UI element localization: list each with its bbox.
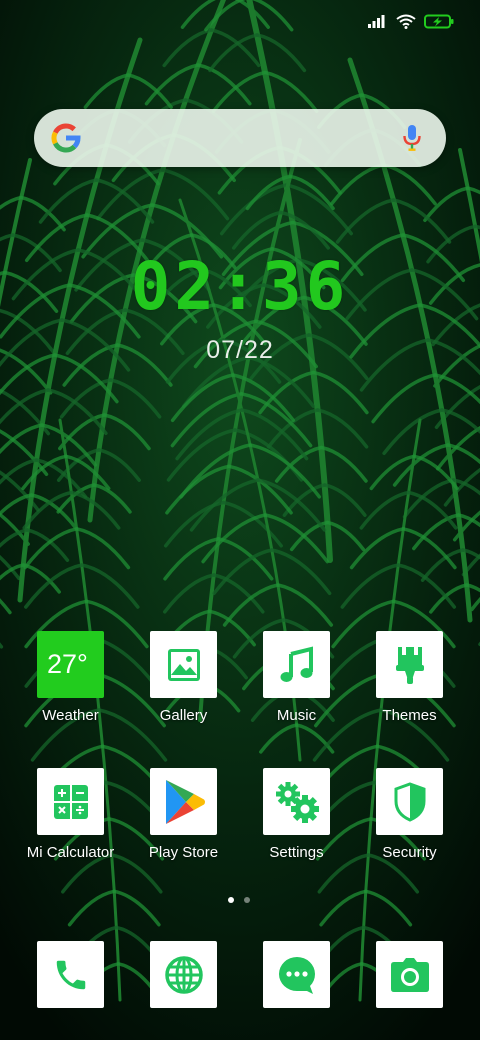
paintbrush-icon — [395, 646, 424, 684]
gallery-icon — [167, 648, 200, 681]
play-store-icon — [165, 779, 205, 824]
settings-tile — [263, 768, 330, 835]
themes-tile — [376, 631, 443, 698]
dock-camera[interactable] — [353, 941, 466, 1008]
phone-tile — [37, 941, 104, 1008]
play-store-tile — [150, 768, 217, 835]
app-mi-calculator[interactable]: Mi Calculator — [14, 768, 127, 861]
camera-tile — [376, 941, 443, 1008]
app-label: Settings — [269, 844, 324, 861]
globe-icon — [164, 955, 203, 994]
gears-icon — [275, 781, 319, 823]
battery-charging-icon — [424, 14, 454, 28]
page-dot-2[interactable] — [244, 897, 250, 903]
app-label: Weather — [42, 707, 99, 724]
app-label: Play Store — [148, 844, 219, 861]
dock-phone[interactable] — [14, 941, 127, 1008]
app-weather[interactable]: 27° Weather — [14, 631, 127, 724]
browser-tile — [150, 941, 217, 1008]
clock-date: 07/22 — [206, 336, 274, 364]
page-dot-1[interactable] — [228, 897, 234, 903]
music-note-icon — [280, 645, 313, 682]
app-settings[interactable]: Settings — [240, 768, 353, 861]
chat-bubble-icon — [278, 956, 315, 994]
phone-icon — [56, 960, 85, 989]
weather-temperature: 27° — [47, 649, 88, 679]
dock-browser[interactable] — [127, 941, 240, 1008]
google-g-icon — [51, 123, 81, 153]
app-play-store[interactable]: Play Store — [127, 768, 240, 861]
dock-messages[interactable] — [240, 941, 353, 1008]
app-themes[interactable]: Themes — [353, 631, 466, 724]
page-indicator[interactable] — [228, 897, 250, 903]
gallery-tile — [150, 631, 217, 698]
messages-tile — [263, 941, 330, 1008]
app-label: Mi Calculator — [26, 844, 115, 861]
google-search-bar[interactable] — [34, 109, 446, 167]
signal-bars-icon — [368, 15, 385, 28]
app-label: Security — [382, 844, 437, 861]
music-tile — [263, 631, 330, 698]
calculator-icon — [53, 784, 88, 819]
app-label: Music — [276, 707, 317, 724]
app-gallery[interactable]: Gallery — [127, 631, 240, 724]
calculator-tile — [37, 768, 104, 835]
microphone-icon[interactable] — [402, 124, 422, 152]
status-bar — [368, 8, 454, 34]
camera-icon — [390, 957, 429, 992]
app-music[interactable]: Music — [240, 631, 353, 724]
app-security[interactable]: Security — [353, 768, 466, 861]
clock-time[interactable]: 02:36 — [0, 252, 480, 322]
security-tile — [376, 768, 443, 835]
shield-icon — [394, 781, 425, 822]
app-label: Themes — [382, 707, 437, 724]
weather-icon: 27° — [37, 631, 104, 698]
wifi-icon — [396, 14, 416, 29]
app-label: Gallery — [159, 707, 208, 724]
